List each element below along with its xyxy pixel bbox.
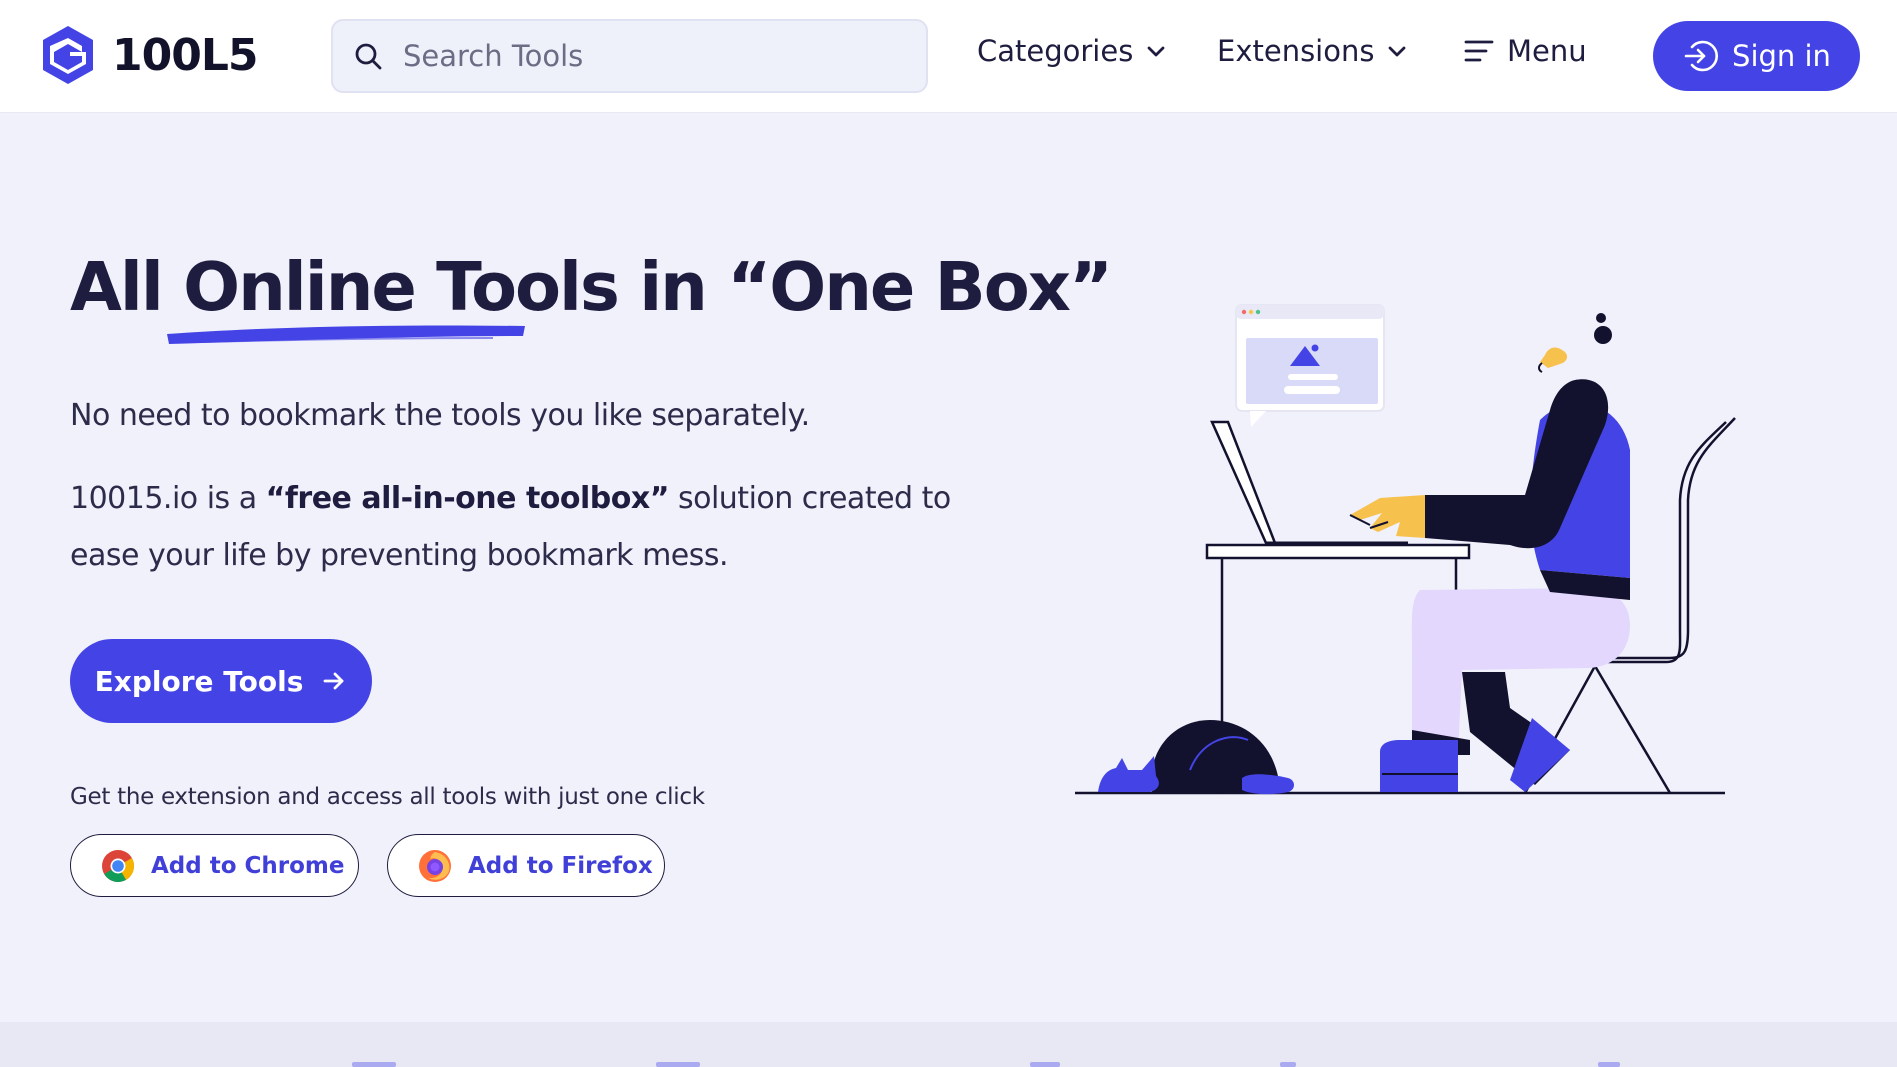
hero-title: All Online Tools in “One Box” (70, 248, 1113, 326)
extension-caption: Get the extension and access all tools w… (70, 784, 705, 810)
chevron-down-icon (1147, 46, 1165, 57)
arrow-right-icon (323, 672, 344, 690)
sign-in-label: Sign in (1732, 39, 1831, 73)
sign-in-icon (1684, 40, 1719, 72)
category-icon-4 (1280, 1062, 1296, 1067)
hero-subtitle: No need to bookmark the tools you like s… (70, 398, 810, 433)
logo-link[interactable]: 100L5 (40, 24, 258, 86)
category-icon-1 (352, 1062, 396, 1067)
add-to-firefox-button[interactable]: Add to Firefox (387, 834, 665, 897)
nav-categories-label: Categories (977, 34, 1134, 68)
category-icon-2 (656, 1062, 700, 1067)
hero-desc-part1: 10015.io is a (70, 481, 266, 516)
bottom-section (0, 1022, 1897, 1067)
nav-menu[interactable]: Menu (1463, 34, 1587, 68)
nav-categories[interactable]: Categories (977, 34, 1167, 68)
hero-title-part1: All (70, 248, 184, 326)
top-header: 100L5 Categories Extensions Menu (0, 0, 1897, 112)
search-icon (355, 43, 382, 70)
add-to-chrome-label: Add to Chrome (151, 852, 345, 879)
nav-menu-label: Menu (1507, 34, 1587, 68)
search-input[interactable] (403, 39, 903, 73)
nav-extensions[interactable]: Extensions (1217, 34, 1408, 68)
nav-extensions-label: Extensions (1217, 34, 1375, 68)
menu-icon (1464, 40, 1494, 62)
explore-tools-button[interactable]: Explore Tools (70, 639, 372, 723)
hero-desc-strong: “free all-in-one toolbox” (265, 481, 670, 516)
logo-icon (43, 26, 93, 84)
brush-underline (167, 325, 525, 344)
chevron-down-icon (1389, 46, 1406, 57)
add-to-chrome-button[interactable]: Add to Chrome (70, 834, 359, 897)
category-icon-5 (1598, 1062, 1620, 1067)
sign-in-button[interactable]: Sign in (1653, 21, 1860, 91)
explore-tools-label: Explore Tools (94, 664, 304, 698)
logo-text: 100L5 (112, 29, 258, 81)
search-box[interactable] (331, 19, 928, 93)
browser-window-illustration (1235, 304, 1385, 427)
chrome-icon (102, 849, 135, 882)
firefox-icon (419, 849, 451, 882)
category-icon-3 (1030, 1062, 1060, 1067)
hero-description: 10015.io is a “free all-in-one toolbox” … (70, 470, 1000, 584)
add-to-firefox-label: Add to Firefox (468, 852, 653, 879)
hero-title-highlight: Online Tools (183, 248, 620, 326)
hero-title-part2: in “One Box” (617, 248, 1113, 326)
hero-illustration (1075, 304, 1736, 795)
